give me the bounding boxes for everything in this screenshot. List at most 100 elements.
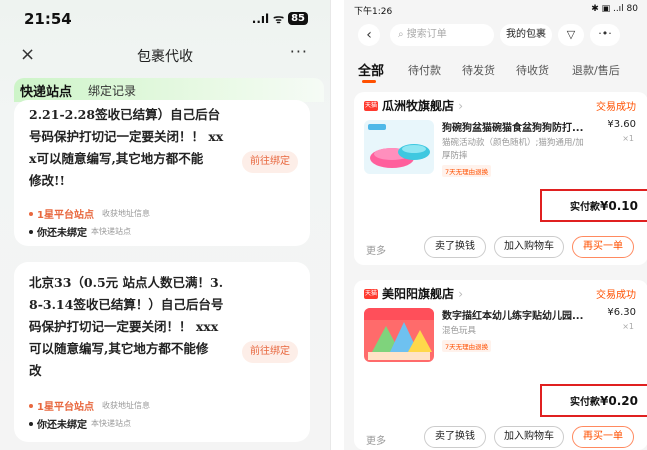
- chevron-right-icon: ›: [458, 287, 464, 301]
- more-icon[interactable]: ···: [290, 42, 308, 61]
- search-placeholder: 搜索订单: [406, 29, 447, 40]
- status-bar: 21:54 ..ıl ᯤ 85: [0, 0, 330, 32]
- tab-pending-shipment[interactable]: 待发货: [462, 62, 495, 78]
- bullet-dot: [29, 211, 33, 216]
- top-nav: × 包裹代收 ···: [0, 42, 330, 70]
- shop-name[interactable]: 美阳阳旗舰店 ›: [382, 285, 463, 302]
- site-rating: 1星平台站点: [37, 210, 94, 221]
- tab-bar: 快递站点 绑定记录: [14, 78, 324, 102]
- status-icons: ..ıl ᯤ 85: [252, 10, 308, 27]
- site-note: 收获地址信息: [101, 401, 150, 410]
- page-title: 包裹代收: [137, 49, 193, 65]
- filter-icon[interactable]: ▽: [558, 24, 584, 46]
- my-parcel-button[interactable]: 我的包裹: [500, 24, 552, 46]
- order-status: 交易成功: [596, 102, 636, 113]
- product-thumbnail[interactable]: [364, 120, 434, 174]
- tab-bind-records[interactable]: 绑定记录: [88, 82, 136, 99]
- site-note: 收获地址信息: [101, 209, 150, 218]
- unbound-row: 你还未绑定 本快递站点: [29, 224, 131, 239]
- product-title[interactable]: 数字描红本幼儿练字贴幼儿园...: [442, 307, 594, 322]
- description-line: x可以随意编写,其它地方都不能: [29, 151, 204, 166]
- description-line: 可以随意编写,其它地方都不能修: [29, 341, 209, 356]
- site-rating: 1星平台站点: [37, 402, 94, 413]
- top-nav: ‹ ⌕ 搜索订单 我的包裹 ▽ ·•·: [344, 22, 647, 50]
- product-quantity: ×1: [622, 134, 634, 143]
- product-spec: 混色玩具: [442, 326, 477, 336]
- station-card: 2.21-2.28签收已结算）自己后台 号码保护打切记一定要关闭！！ xx x可…: [14, 100, 310, 246]
- site-rating-row: 1星平台站点 收获地址信息: [29, 398, 150, 413]
- add-to-cart-button[interactable]: 加入购物车: [494, 426, 564, 448]
- description-line: 2.21-2.28签收已结算）自己后台: [29, 107, 221, 122]
- more-link[interactable]: 更多: [366, 432, 386, 447]
- screenshot-root: 21:54 ..ıl ᯤ 85 × 包裹代收 ··· 快递站点 绑定记录 2.2…: [0, 0, 647, 450]
- order-tabs: 全部 待付款 待发货 待收货 退款/售后: [358, 62, 647, 82]
- go-bind-button[interactable]: 前往绑定: [242, 341, 298, 363]
- battery-icon: 85: [288, 12, 308, 25]
- more-icon[interactable]: ·•·: [590, 24, 620, 46]
- go-bind-button[interactable]: 前往绑定: [242, 151, 298, 173]
- return-badge: 7天无理由退换: [442, 340, 492, 352]
- order-card[interactable]: 天猫 美阳阳旗舰店 › 交易成功 数字描红本幼儿练字贴幼儿园... ¥6.30 …: [354, 280, 647, 450]
- divider: [330, 0, 331, 450]
- product-spec: 猫碗活动款（颜色随机）;猫狗通用/加厚防摔: [442, 138, 584, 161]
- paid-amount: 实付款¥0.20: [570, 393, 638, 408]
- station-card: 北京33（0.5元 站点人数已满！3. 8-3.14签收已结算！）自己后台号 码…: [14, 262, 310, 442]
- description-line: 北京33（0.5元 站点人数已满！3.: [29, 275, 224, 290]
- description-line: 修改!!: [29, 173, 65, 188]
- wifi-icon: ᯤ: [273, 12, 285, 26]
- unbound-row: 你还未绑定 本快递站点: [29, 416, 131, 431]
- product-title[interactable]: 狗碗狗盆猫碗猫食盆狗狗防打...: [442, 119, 594, 134]
- paid-value: ¥0.20: [600, 394, 638, 408]
- resell-button[interactable]: 卖了换钱: [424, 236, 486, 258]
- back-icon[interactable]: ‹: [358, 24, 380, 46]
- right-phone-screen: 下午1:26 ✱ ▣ ..ıl 80 ‹ ⌕ 搜索订单 我的包裹 ▽ ·•· 全…: [344, 0, 647, 450]
- unbound-text: 你还未绑定: [37, 228, 87, 239]
- station-description: 2.21-2.28签收已结算）自己后台 号码保护打切记一定要关闭！！ xx x可…: [29, 104, 243, 192]
- order-search-input[interactable]: ⌕ 搜索订单: [390, 24, 494, 46]
- product-thumbnail[interactable]: [364, 308, 434, 362]
- product-price: ¥6.30: [607, 307, 636, 318]
- buy-again-button[interactable]: 再买一单: [572, 236, 634, 258]
- chevron-right-icon: ›: [458, 99, 464, 113]
- description-line: 8-3.14签收已结算！）自己后台号: [29, 297, 224, 312]
- tab-all[interactable]: 全部: [358, 60, 384, 79]
- tab-express-station[interactable]: 快递站点: [20, 81, 72, 100]
- status-icons: ✱ ▣ ..ıl 80: [591, 4, 638, 14]
- search-icon: ⌕: [398, 29, 407, 40]
- left-phone-screen: 21:54 ..ıl ᯤ 85 × 包裹代收 ··· 快递站点 绑定记录 2.2…: [0, 0, 330, 450]
- unbound-note: 本快递站点: [91, 227, 131, 236]
- bullet-dot: [29, 229, 33, 234]
- signal-icon: ..ıl: [251, 11, 270, 26]
- status-time: 下午1:26: [354, 7, 393, 17]
- paid-label: 实付款: [570, 202, 601, 213]
- shop-name[interactable]: 瓜洲牧旗舰店 ›: [382, 97, 463, 114]
- site-rating-row: 1星平台站点 收获地址信息: [29, 206, 150, 221]
- product-price: ¥3.60: [607, 119, 636, 130]
- active-tab-indicator: [362, 80, 376, 83]
- shop-icon: 天猫: [364, 101, 378, 111]
- order-card[interactable]: 天猫 瓜洲牧旗舰店 › 交易成功 狗碗狗盆猫碗猫食盆狗狗防打... ¥3.60 …: [354, 92, 647, 265]
- buy-again-button[interactable]: 再买一单: [572, 426, 634, 448]
- unbound-text: 你还未绑定: [37, 420, 87, 431]
- tab-pending-payment[interactable]: 待付款: [408, 62, 441, 78]
- unbound-note: 本快递站点: [91, 419, 131, 428]
- paid-amount: 实付款¥0.10: [570, 198, 638, 213]
- more-link[interactable]: 更多: [366, 242, 386, 257]
- tab-pending-receipt[interactable]: 待收货: [516, 62, 549, 78]
- description-line: 码保护打切记一定要关闭！！ xxx: [29, 319, 219, 334]
- order-status: 交易成功: [596, 290, 636, 301]
- bullet-dot: [29, 421, 33, 426]
- station-description: 北京33（0.5元 站点人数已满！3. 8-3.14签收已结算！）自己后台号 码…: [29, 272, 255, 382]
- tab-refund[interactable]: 退款/售后: [572, 62, 620, 78]
- status-time: 21:54: [24, 10, 72, 28]
- resell-button[interactable]: 卖了换钱: [424, 426, 486, 448]
- bullet-dot: [29, 403, 33, 408]
- description-line: 改: [29, 363, 42, 378]
- shop-icon: 天猫: [364, 289, 378, 299]
- description-line: 号码保护打切记一定要关闭！！ xx: [29, 129, 224, 144]
- paid-value: ¥0.10: [600, 199, 638, 213]
- paid-label: 实付款: [570, 397, 601, 408]
- return-badge: 7天无理由退换: [442, 165, 492, 177]
- add-to-cart-button[interactable]: 加入购物车: [494, 236, 564, 258]
- product-quantity: ×1: [622, 322, 634, 331]
